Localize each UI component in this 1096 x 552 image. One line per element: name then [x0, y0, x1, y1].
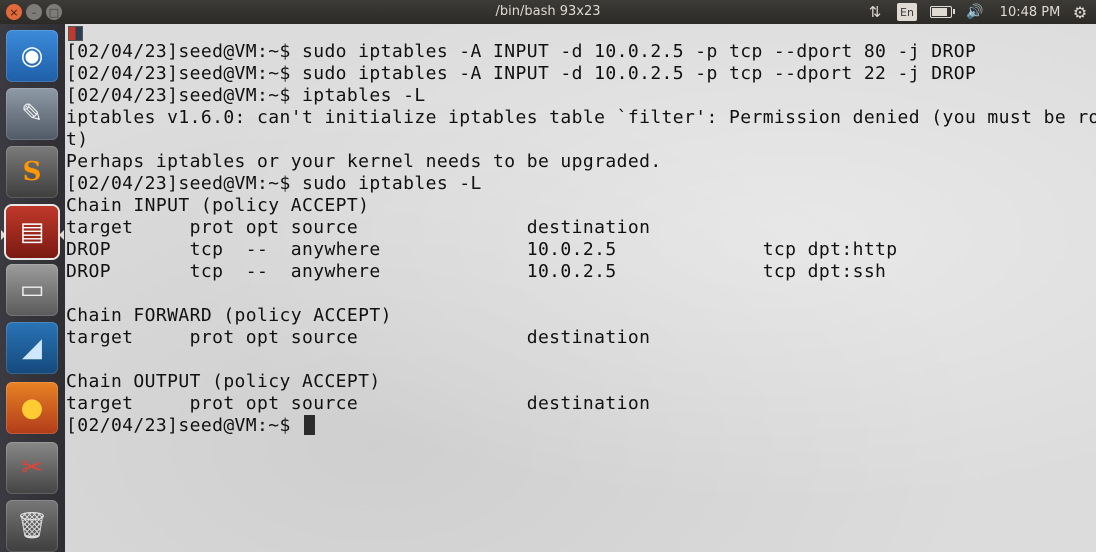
launcher-sublime-text-button[interactable]: S: [6, 146, 58, 198]
launcher-firefox-button[interactable]: ●: [6, 382, 58, 434]
volume-indicator[interactable]: 🔊: [963, 0, 987, 24]
battery-icon: [930, 6, 955, 18]
launcher-files-button[interactable]: ▭: [6, 264, 58, 316]
launcher-terminal-button[interactable]: ▤: [6, 206, 58, 258]
battery-indicator[interactable]: [928, 0, 955, 24]
terminal-icon: ▤: [19, 217, 45, 247]
terminal-cursor: [303, 415, 315, 435]
firefox-icon: ●: [20, 393, 44, 423]
terminal-window[interactable]: [02/04/23]seed@VM:~$ sudo iptables -A IN…: [65, 24, 1096, 552]
files-icon: ▭: [19, 275, 45, 305]
launcher-dash-button[interactable]: ◉: [6, 30, 58, 82]
launcher-system-settings-button[interactable]: ✂: [6, 442, 58, 494]
maximize-icon: □: [48, 5, 60, 19]
dash-icon: ◉: [20, 41, 44, 71]
terminal-prompt-line[interactable]: [02/04/23]seed@VM:~$: [66, 415, 315, 437]
clock[interactable]: 10:48 PM: [998, 0, 1062, 24]
launcher-text-editor-button[interactable]: ✎: [6, 88, 58, 140]
top-panel: × – □ /bin/bash 93x23 ⇅ En 🔊 10:48 PM ⚙: [0, 0, 1096, 24]
minimize-window-button[interactable]: –: [26, 4, 42, 20]
network-indicator[interactable]: ⇅: [862, 0, 888, 24]
terminal-prompt: [02/04/23]seed@VM:~$: [66, 415, 302, 436]
launcher-wireshark-button[interactable]: ◢: [6, 322, 58, 374]
launcher: ◉ ✎ S ▤ ▭ ◢ ● ✂ 🗑: [0, 24, 66, 552]
close-window-button[interactable]: ×: [6, 4, 22, 20]
system-settings-icon: ✂: [21, 453, 43, 483]
maximize-window-button[interactable]: □: [46, 4, 62, 20]
wireshark-icon: ◢: [22, 333, 42, 363]
volume-icon: 🔊: [966, 4, 984, 20]
terminal-menu-icon[interactable]: [68, 26, 83, 41]
trash-icon: 🗑: [15, 511, 49, 541]
keyboard-layout-indicator[interactable]: En: [897, 3, 917, 21]
minimize-icon: –: [31, 5, 37, 19]
sublime-text-icon: S: [22, 157, 42, 187]
close-icon: ×: [9, 5, 19, 19]
terminal-output: [02/04/23]seed@VM:~$ sudo iptables -A IN…: [66, 41, 1096, 414]
gear-icon: ⚙: [1072, 2, 1088, 22]
network-arrows-icon: ⇅: [868, 3, 882, 21]
launcher-trash-button[interactable]: 🗑: [6, 500, 58, 552]
active-app-indicator: [59, 230, 64, 240]
text-editor-icon: ✎: [21, 99, 43, 129]
session-menu[interactable]: ⚙: [1068, 0, 1092, 24]
